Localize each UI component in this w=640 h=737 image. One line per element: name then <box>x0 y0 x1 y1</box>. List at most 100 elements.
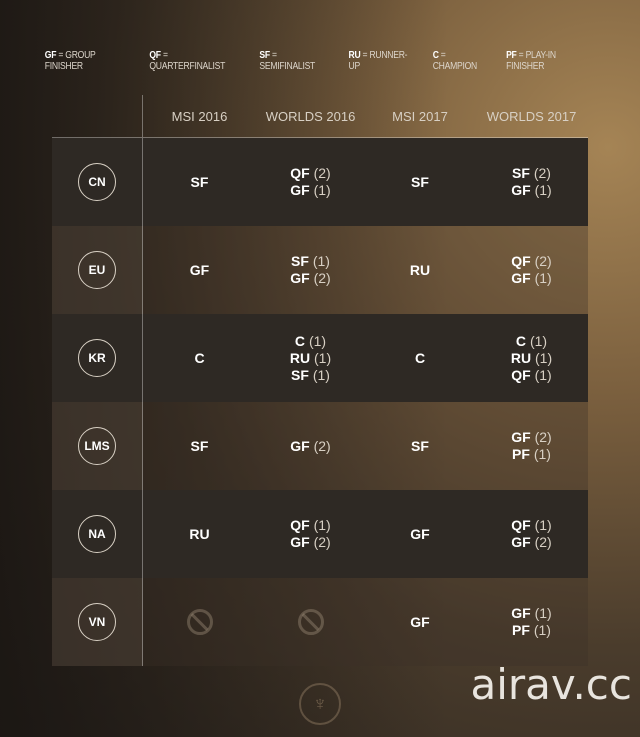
legend-item: PF = PLAY-IN FINISHER <box>506 50 595 72</box>
result-count: (1) <box>534 605 552 621</box>
column-header: MSI 2017 <box>392 108 448 124</box>
result-count: (2) <box>313 534 331 550</box>
region-badge: KR <box>78 339 116 377</box>
result-count: (1) <box>529 332 548 349</box>
result-line: QF (1) <box>511 517 551 534</box>
result-line: QF (2) <box>290 165 330 182</box>
result-line: GF (1) <box>511 270 551 287</box>
table-row: CN SF QF (2) GF (1) SF SF (2) GF (1) <box>52 138 588 226</box>
result-line: QF (1) <box>511 367 551 384</box>
result-code: C <box>294 332 306 349</box>
result-count: (2) <box>313 270 331 286</box>
column-header: WORLDS 2016 <box>265 108 356 124</box>
result-line: GF (1) <box>290 182 330 199</box>
result-cell: RU <box>143 490 256 578</box>
result-cell <box>143 578 256 666</box>
result-count: (1) <box>534 182 552 198</box>
region-cell: VN <box>52 578 143 666</box>
result-cell: C (1) RU (1) QF (1) <box>475 314 588 402</box>
result-line: GF <box>410 526 429 543</box>
result-count: (1) <box>313 182 331 198</box>
result-count: (2) <box>533 165 551 181</box>
legend: GF = GROUP FINISHER QF = QUARTERFINALIST S… <box>45 50 595 72</box>
result-code: PF <box>512 622 530 638</box>
legend-abbr: QF <box>149 50 161 61</box>
result-line: RU <box>189 526 209 543</box>
result-line: GF (2) <box>290 438 330 455</box>
result-count: (1) <box>308 332 327 349</box>
result-code: GF <box>410 613 430 630</box>
result-code: SF <box>411 437 429 454</box>
result-code: C <box>515 332 527 349</box>
result-line: QF (1) <box>290 517 330 534</box>
result-cell: SF <box>365 402 475 490</box>
result-line: C <box>415 350 425 367</box>
result-code: SF <box>291 366 309 383</box>
not-participated-icon <box>297 609 324 635</box>
result-code: GF <box>511 429 531 445</box>
result-cell: C <box>143 314 256 402</box>
result-line: QF (2) <box>511 253 551 270</box>
result-line: GF <box>190 262 209 279</box>
result-cell: QF (2) GF (1) <box>256 138 365 226</box>
result-code: RU <box>510 349 532 366</box>
result-code: SF <box>190 173 209 190</box>
result-code: GF <box>511 270 531 286</box>
result-count: (2) <box>534 534 552 550</box>
result-line: GF (2) <box>290 534 330 551</box>
result-line: RU <box>410 262 430 279</box>
result-cell: GF <box>365 490 475 578</box>
result-cell: SF (1) GF (2) <box>256 226 365 314</box>
legend-abbr: C <box>432 50 439 61</box>
table-row: KR C C (1) RU (1) SF (1) C C (1) RU (1) QF (1) <box>52 314 588 402</box>
result-code: RU <box>189 525 210 542</box>
result-count: (1) <box>533 622 551 638</box>
result-line: C (1) <box>516 333 547 350</box>
result-code: RU <box>409 261 431 278</box>
table-row: VN GF GF (1) PF (1) <box>52 578 588 666</box>
result-count: (1) <box>533 446 551 462</box>
result-count: (1) <box>535 349 553 366</box>
result-cell: GF (2) PF (1) <box>475 402 588 490</box>
result-line: SF <box>411 174 429 191</box>
result-line: RU (1) <box>511 350 552 367</box>
result-line: C (1) <box>295 333 326 350</box>
result-line: GF (1) <box>511 605 551 622</box>
result-line: GF <box>410 614 429 631</box>
result-code: GF <box>290 437 310 454</box>
result-count: (1) <box>313 517 331 533</box>
legend-abbr: GF <box>44 50 57 61</box>
result-line: GF (2) <box>511 534 551 551</box>
result-line: GF (2) <box>290 270 330 287</box>
legend-item: RU = RUNNER-UP <box>349 50 419 72</box>
result-cell: SF (2) GF (1) <box>475 138 588 226</box>
result-count: (1) <box>314 349 332 366</box>
result-cell: SF <box>365 138 475 226</box>
result-code: QF <box>290 517 310 533</box>
result-code: GF <box>410 525 430 542</box>
result-code: GF <box>290 182 310 198</box>
result-count: (1) <box>312 366 330 383</box>
table-row: NA RU QF (1) GF (2) GF QF (1) GF (2) <box>52 490 588 578</box>
result-code: SF <box>411 173 429 190</box>
header-corner <box>52 95 143 137</box>
result-code: QF <box>290 165 310 181</box>
table-row: LMS SF GF (2) SF GF (2) PF (1) <box>52 402 588 490</box>
result-line: PF (1) <box>512 622 551 639</box>
result-cell <box>256 578 365 666</box>
region-cell: CN <box>52 138 143 226</box>
legend-item: SF = SEMIFINALIST <box>259 50 334 72</box>
result-line: PF (1) <box>512 446 551 463</box>
table-row: EU GF SF (1) GF (2) RU QF (2) GF (1) <box>52 226 588 314</box>
result-line: SF <box>191 174 209 191</box>
not-participated-icon <box>186 609 213 635</box>
result-count: (1) <box>534 270 552 286</box>
watermark: airav.cc <box>470 660 632 709</box>
result-cell: QF (1) GF (2) <box>256 490 365 578</box>
result-count: (2) <box>534 429 552 445</box>
result-cell: GF <box>365 578 475 666</box>
region-badge: NA <box>78 515 116 553</box>
result-code: QF <box>511 517 531 533</box>
legend-item: C = CHAMPION <box>433 50 492 72</box>
result-line: SF (2) <box>512 165 551 182</box>
